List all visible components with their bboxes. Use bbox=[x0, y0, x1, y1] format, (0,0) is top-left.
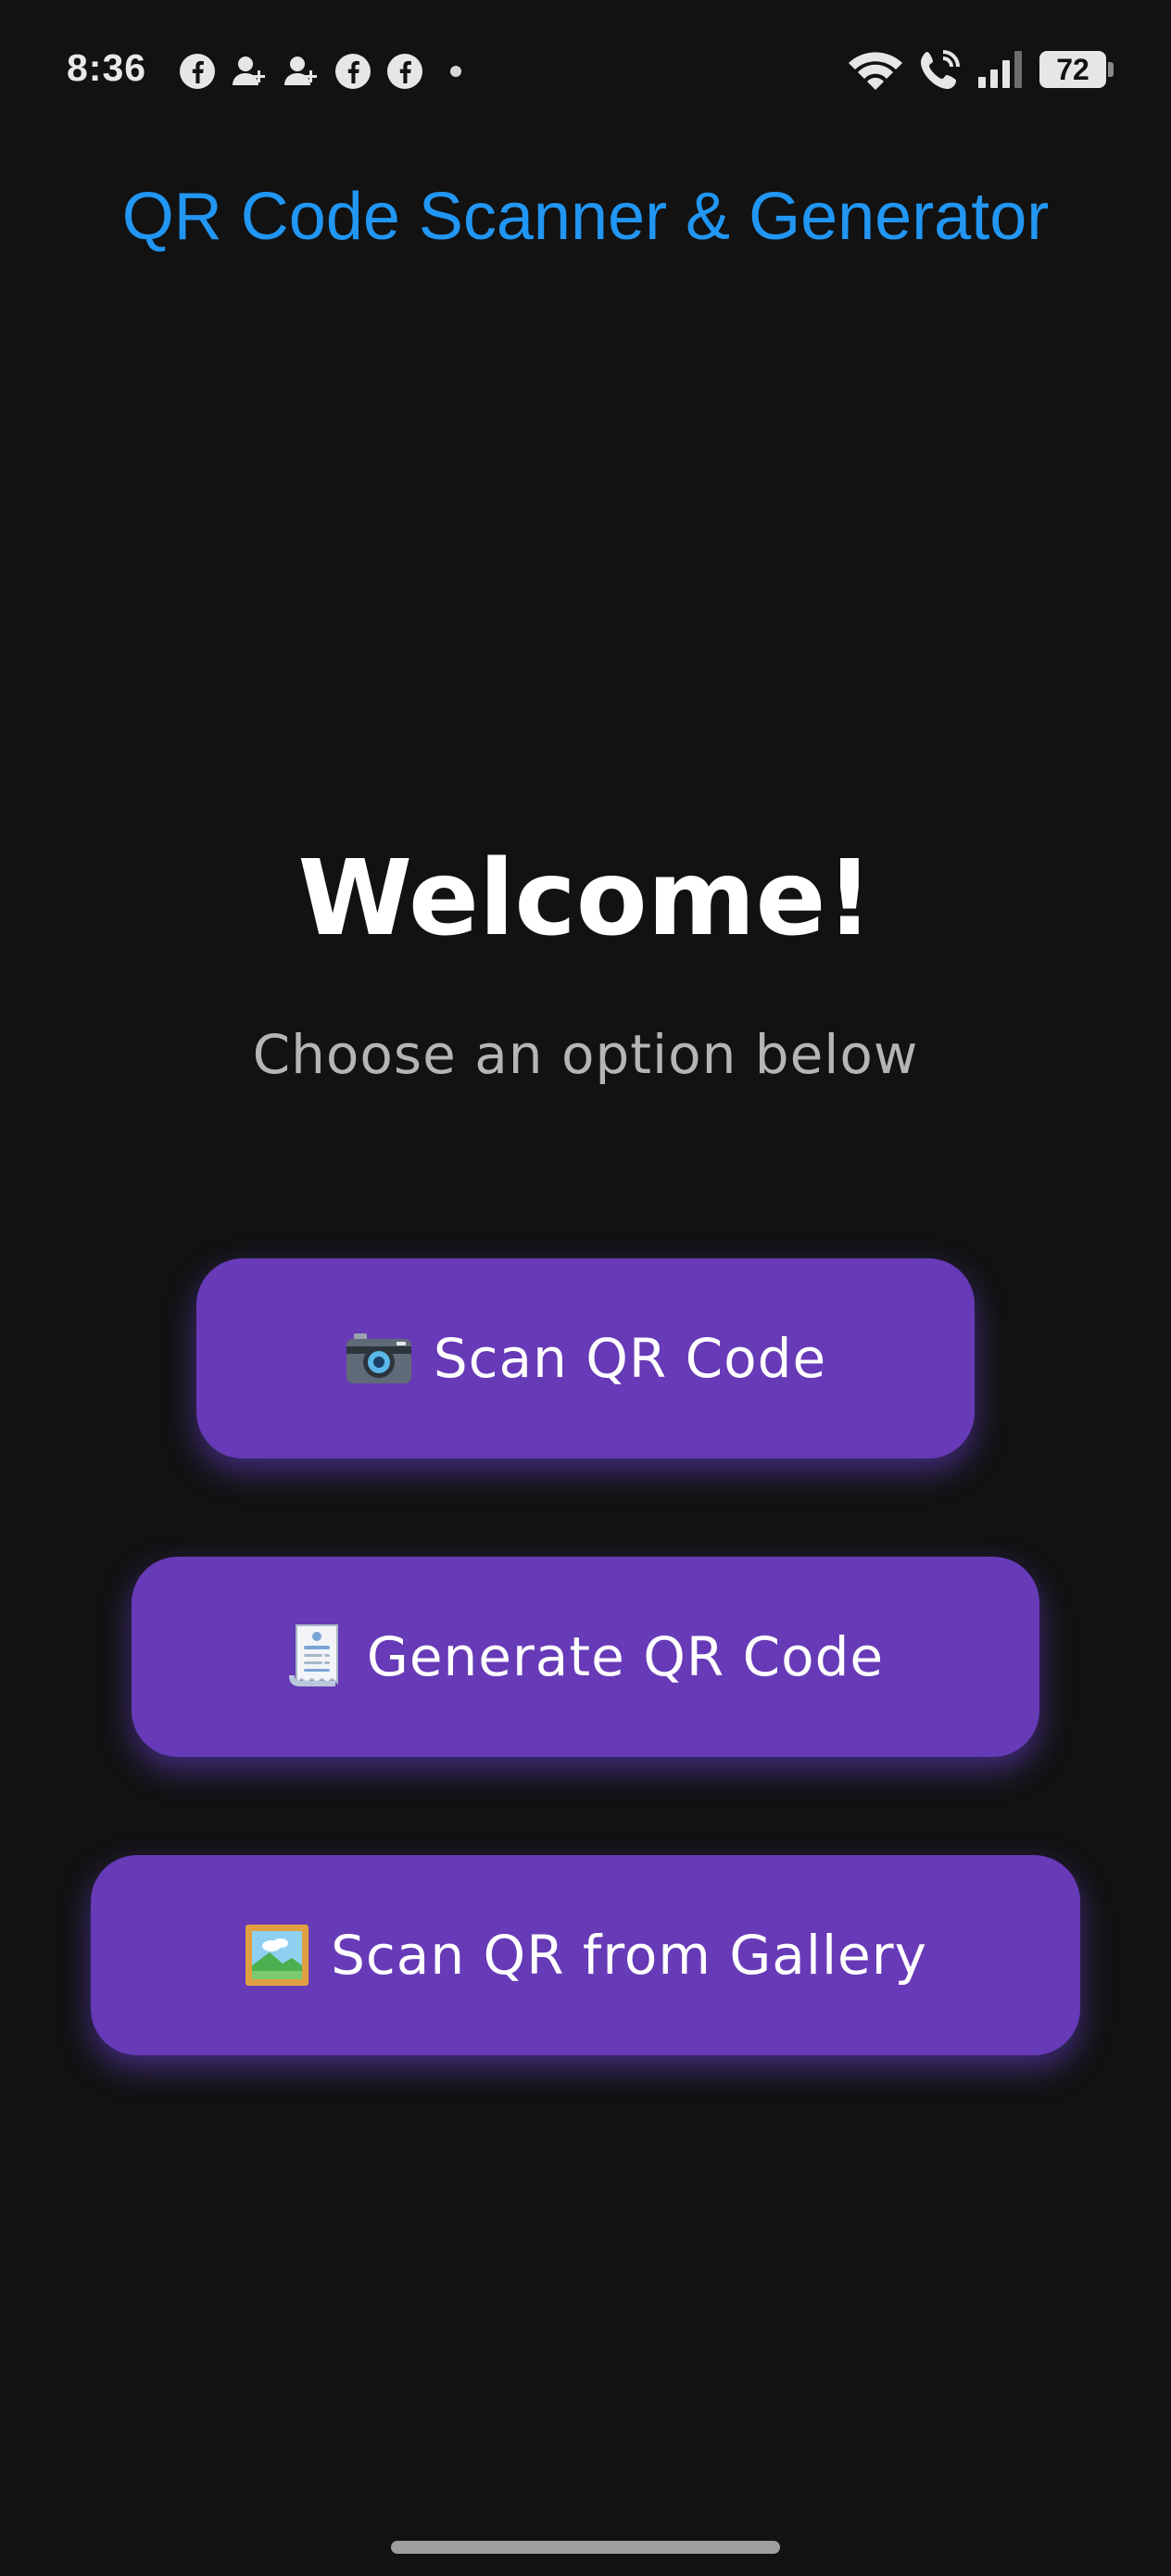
wifi-icon bbox=[849, 52, 902, 90]
scan-gallery-button[interactable]: Scan QR from Gallery bbox=[91, 1855, 1080, 2055]
system-icons: 72 bbox=[847, 48, 1114, 91]
welcome-subtitle: Choose an option below bbox=[252, 1023, 919, 1086]
scan-qr-button[interactable]: Scan QR Code bbox=[196, 1258, 975, 1458]
facebook-icon bbox=[180, 54, 215, 89]
camera-icon bbox=[346, 1333, 411, 1383]
person-add-icon bbox=[233, 57, 265, 85]
more-notifications-dot bbox=[450, 66, 461, 77]
app-title: QR Code Scanner & Generator bbox=[121, 180, 1050, 254]
scan-gallery-label: Scan QR from Gallery bbox=[331, 1924, 927, 1987]
status-time: 8:36 bbox=[67, 46, 147, 89]
facebook-icon bbox=[387, 54, 422, 89]
wifi-call-icon bbox=[921, 50, 960, 89]
facebook-icon bbox=[335, 54, 371, 89]
battery-icon: 72 bbox=[1039, 51, 1114, 88]
scan-qr-label: Scan QR Code bbox=[433, 1327, 827, 1390]
status-bar: 8:36 72 bbox=[0, 0, 1171, 139]
welcome-heading: Welcome! bbox=[297, 839, 874, 959]
person-add-icon bbox=[284, 57, 317, 85]
receipt-icon bbox=[288, 1624, 338, 1686]
generate-qr-button[interactable]: Generate QR Code bbox=[132, 1557, 1039, 1757]
home-indicator[interactable] bbox=[391, 2541, 780, 2554]
framed-picture-icon bbox=[246, 1925, 309, 1986]
notification-icons bbox=[178, 52, 461, 91]
battery-level: 72 bbox=[1056, 53, 1089, 86]
generate-qr-label: Generate QR Code bbox=[366, 1625, 885, 1688]
app-screen: 8:36 72 QR Code Scanner & Generator Welc… bbox=[0, 0, 1171, 2576]
signal-icon bbox=[978, 51, 1022, 88]
